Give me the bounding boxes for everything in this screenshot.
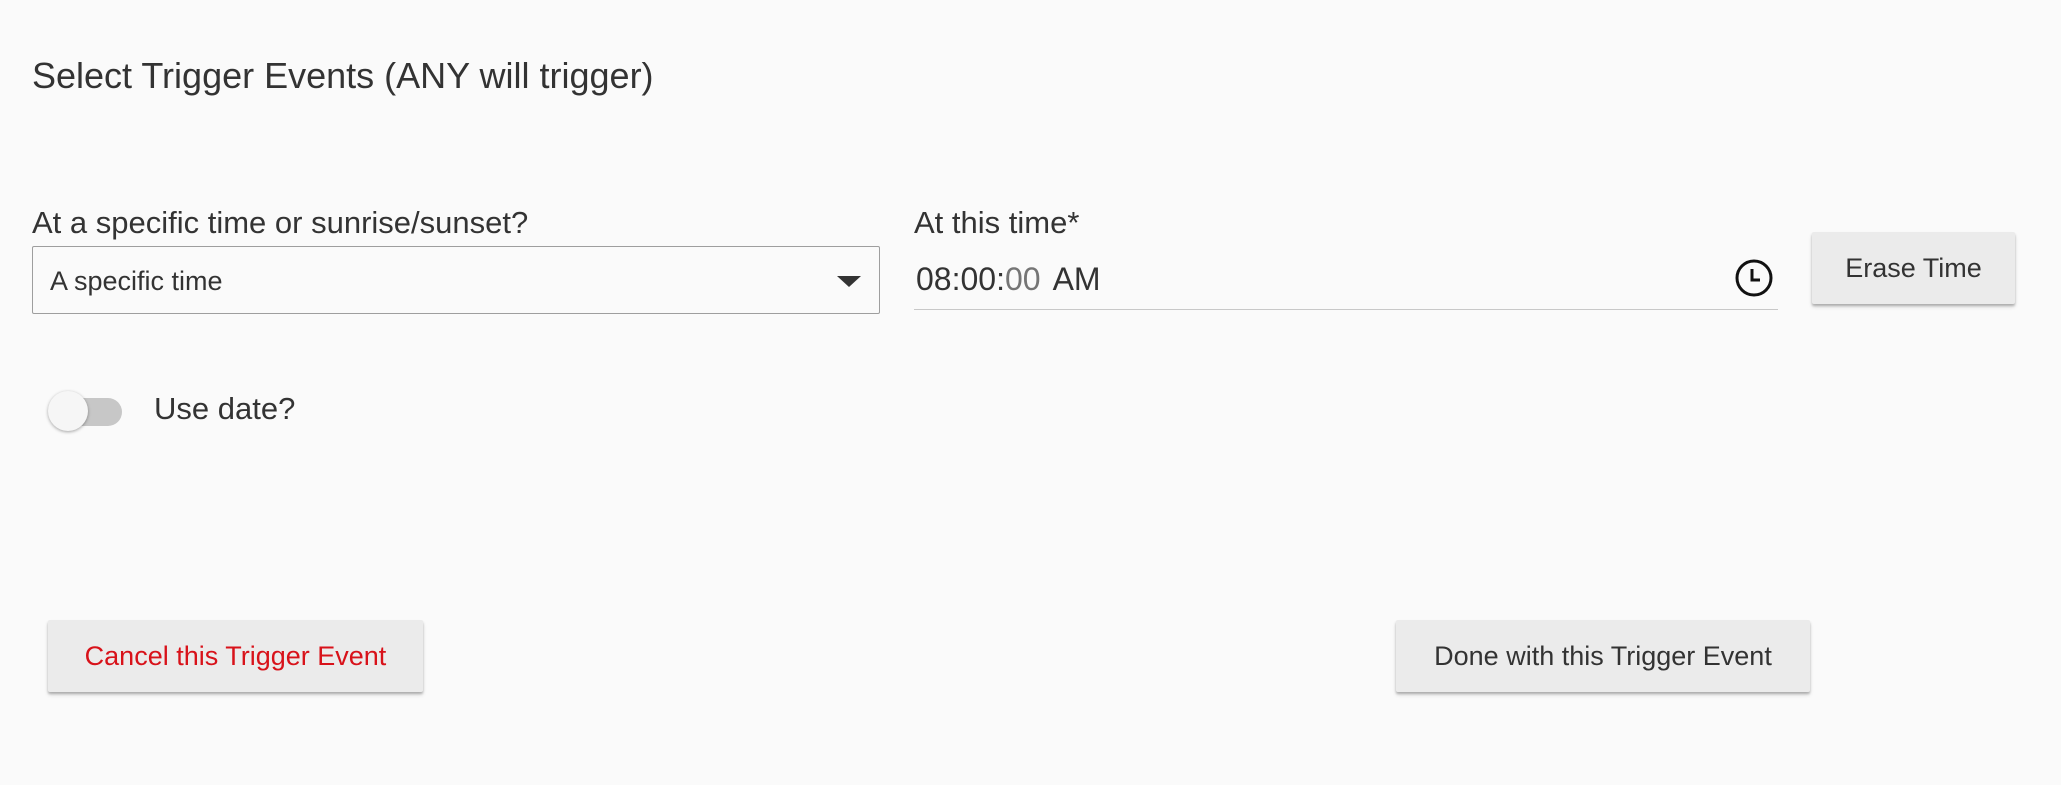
time-field-label: At this time* bbox=[914, 205, 1080, 240]
time-input[interactable]: 08:00:00 AM bbox=[914, 246, 1778, 310]
trigger-mode-select[interactable]: A specific time bbox=[32, 246, 880, 314]
time-hours[interactable]: 08 bbox=[916, 261, 952, 297]
page-title: Select Trigger Events (ANY will trigger) bbox=[32, 55, 654, 96]
use-date-label: Use date? bbox=[154, 391, 296, 426]
cancel-trigger-button[interactable]: Cancel this Trigger Event bbox=[48, 620, 423, 692]
clock-icon[interactable] bbox=[1734, 258, 1774, 298]
done-trigger-button[interactable]: Done with this Trigger Event bbox=[1396, 620, 1810, 692]
time-value: 08:00:00 AM bbox=[916, 261, 1101, 297]
time-period[interactable]: AM bbox=[1053, 261, 1101, 297]
caret-down-icon bbox=[837, 276, 861, 287]
toggle-thumb bbox=[48, 391, 88, 431]
time-minutes[interactable]: 00 bbox=[960, 261, 996, 297]
time-seconds[interactable]: 00 bbox=[1005, 261, 1041, 297]
use-date-toggle[interactable] bbox=[48, 391, 122, 431]
trigger-mode-value: A specific time bbox=[50, 266, 223, 296]
erase-time-button[interactable]: Erase Time bbox=[1812, 232, 2015, 304]
trigger-event-page: Select Trigger Events (ANY will trigger)… bbox=[0, 0, 2061, 785]
trigger-mode-label: At a specific time or sunrise/sunset? bbox=[32, 205, 529, 240]
